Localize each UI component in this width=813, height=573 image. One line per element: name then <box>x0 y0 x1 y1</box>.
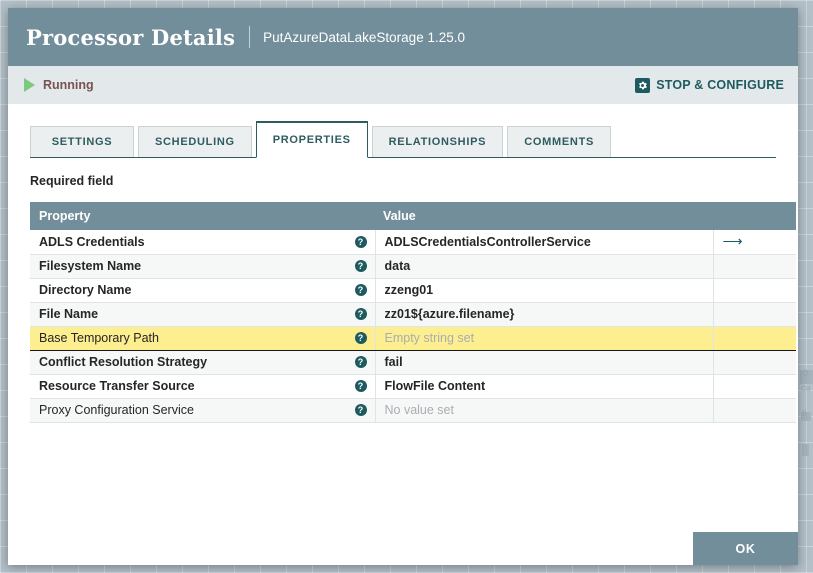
help-circle-icon[interactable]: ? <box>355 380 367 392</box>
properties-table-body: ADLS Credentials? ADLSCredentialsControll… <box>30 230 796 422</box>
help-circle-icon[interactable]: ? <box>355 332 367 344</box>
property-name: Resource Transfer Source <box>39 379 195 393</box>
property-value-cell[interactable]: zz01${azure.filename} <box>375 302 713 326</box>
help-circle-icon[interactable]: ? <box>355 284 367 296</box>
title-divider <box>249 26 250 48</box>
tab-bar: SETTINGS SCHEDULING PROPERTIES RELATIONS… <box>30 116 776 158</box>
help-circle-icon[interactable]: ? <box>355 260 367 272</box>
property-name: ADLS Credentials <box>39 235 145 249</box>
property-value: Empty string set <box>385 331 475 345</box>
column-header-value: Value <box>375 202 713 230</box>
property-name-cell[interactable]: ADLS Credentials? <box>30 230 375 254</box>
tab-settings[interactable]: SETTINGS <box>30 126 134 157</box>
property-value: ADLSCredentialsControllerService <box>385 235 591 249</box>
column-header-action <box>713 202 796 230</box>
property-action-cell[interactable] <box>713 278 796 302</box>
property-action-cell[interactable] <box>713 374 796 398</box>
tab-label: SCHEDULING <box>155 136 235 148</box>
property-value-cell[interactable]: No value set <box>375 398 713 422</box>
background-ghost-text: 6 <box>802 408 807 418</box>
property-value: zzeng01 <box>385 283 434 297</box>
table-row[interactable]: Proxy Configuration Service? No value set <box>30 398 796 422</box>
property-value-cell[interactable]: fail <box>375 350 713 374</box>
table-row[interactable]: Directory Name? zzeng01 <box>30 278 796 302</box>
help-circle-icon[interactable]: ? <box>355 236 367 248</box>
table-row[interactable]: Filesystem Name? data <box>30 254 796 278</box>
dialog-body: SETTINGS SCHEDULING PROPERTIES RELATIONS… <box>8 104 798 565</box>
background-ghost-text: ca <box>801 383 811 393</box>
processor-type-version: PutAzureDataLakeStorage 1.25.0 <box>263 30 465 45</box>
property-value-cell[interactable]: FlowFile Content <box>375 374 713 398</box>
property-name-cell[interactable]: Conflict Resolution Strategy? <box>30 350 375 374</box>
property-value: data <box>385 259 411 273</box>
property-name: Proxy Configuration Service <box>39 403 194 417</box>
property-value: zz01${azure.filename} <box>385 307 515 321</box>
tab-label: COMMENTS <box>524 136 594 148</box>
status-bar: Running STOP & CONFIGURE <box>8 66 798 104</box>
tab-label: SETTINGS <box>52 136 113 148</box>
dialog-header: Processor Details PutAzureDataLakeStorag… <box>8 8 798 66</box>
table-header-row: Property Value <box>30 202 796 230</box>
property-action-cell[interactable] <box>713 350 796 374</box>
property-name-cell[interactable]: Base Temporary Path? <box>30 326 375 350</box>
property-name: Directory Name <box>39 283 131 297</box>
run-status: Running <box>24 78 94 92</box>
arrow-right-icon[interactable]: ⟶ <box>723 234 743 248</box>
property-name: File Name <box>39 307 98 321</box>
property-name-cell[interactable]: Filesystem Name? <box>30 254 375 278</box>
property-value: fail <box>385 355 403 369</box>
property-value-cell[interactable]: ADLSCredentialsControllerService <box>375 230 713 254</box>
properties-table: Property Value ADLS Credentials? ADLSCred… <box>30 202 796 423</box>
background-component-chip <box>802 444 809 456</box>
play-triangle-icon <box>24 78 35 92</box>
property-name-cell[interactable]: File Name? <box>30 302 375 326</box>
property-value-cell[interactable]: zzeng01 <box>375 278 713 302</box>
properties-table-head: Property Value <box>30 202 796 230</box>
help-circle-icon[interactable]: ? <box>355 404 367 416</box>
property-action-cell[interactable] <box>713 302 796 326</box>
gear-icon <box>635 78 650 93</box>
property-action-cell[interactable] <box>713 254 796 278</box>
tab-scheduling[interactable]: SCHEDULING <box>138 126 252 157</box>
table-row[interactable]: File Name? zz01${azure.filename} <box>30 302 796 326</box>
help-circle-icon[interactable]: ? <box>355 356 367 368</box>
stop-and-configure-label: STOP & CONFIGURE <box>656 78 784 92</box>
tab-relationships[interactable]: RELATIONSHIPS <box>372 126 504 157</box>
stop-and-configure-button[interactable]: STOP & CONFIGURE <box>635 78 784 93</box>
property-name: Base Temporary Path <box>39 331 159 345</box>
property-action-cell[interactable] <box>713 398 796 422</box>
required-field-legend: Required field <box>30 174 776 188</box>
property-name-cell[interactable]: Resource Transfer Source? <box>30 374 375 398</box>
table-row[interactable]: Conflict Resolution Strategy? fail <box>30 350 796 374</box>
table-row[interactable]: ADLS Credentials? ADLSCredentialsControll… <box>30 230 796 254</box>
tab-label: PROPERTIES <box>273 134 351 146</box>
tab-comments[interactable]: COMMENTS <box>507 126 611 157</box>
property-value-cell[interactable]: data <box>375 254 713 278</box>
ok-button[interactable]: OK <box>693 532 798 565</box>
property-value: No value set <box>385 403 454 417</box>
property-name: Filesystem Name <box>39 259 141 273</box>
column-header-property: Property <box>30 202 375 230</box>
property-name: Conflict Resolution Strategy <box>39 355 207 369</box>
property-action-cell[interactable]: ⟶ <box>713 230 796 254</box>
property-action-cell[interactable] <box>713 326 796 350</box>
property-value: FlowFile Content <box>385 379 486 393</box>
background-ghost-text: 0 <box>803 368 808 378</box>
help-circle-icon[interactable]: ? <box>355 308 367 320</box>
property-name-cell[interactable]: Directory Name? <box>30 278 375 302</box>
tab-properties[interactable]: PROPERTIES <box>256 121 368 158</box>
processor-details-dialog: Processor Details PutAzureDataLakeStorag… <box>8 8 798 565</box>
table-row[interactable]: Base Temporary Path? Empty string set <box>30 326 796 350</box>
table-row[interactable]: Resource Transfer Source? FlowFile Conten… <box>30 374 796 398</box>
property-value-cell[interactable]: Empty string set <box>375 326 713 350</box>
dialog-title: Processor Details <box>26 25 235 50</box>
dialog-footer: OK <box>693 532 798 565</box>
tab-label: RELATIONSHIPS <box>389 136 487 148</box>
property-name-cell[interactable]: Proxy Configuration Service? <box>30 398 375 422</box>
run-status-label: Running <box>43 78 94 92</box>
